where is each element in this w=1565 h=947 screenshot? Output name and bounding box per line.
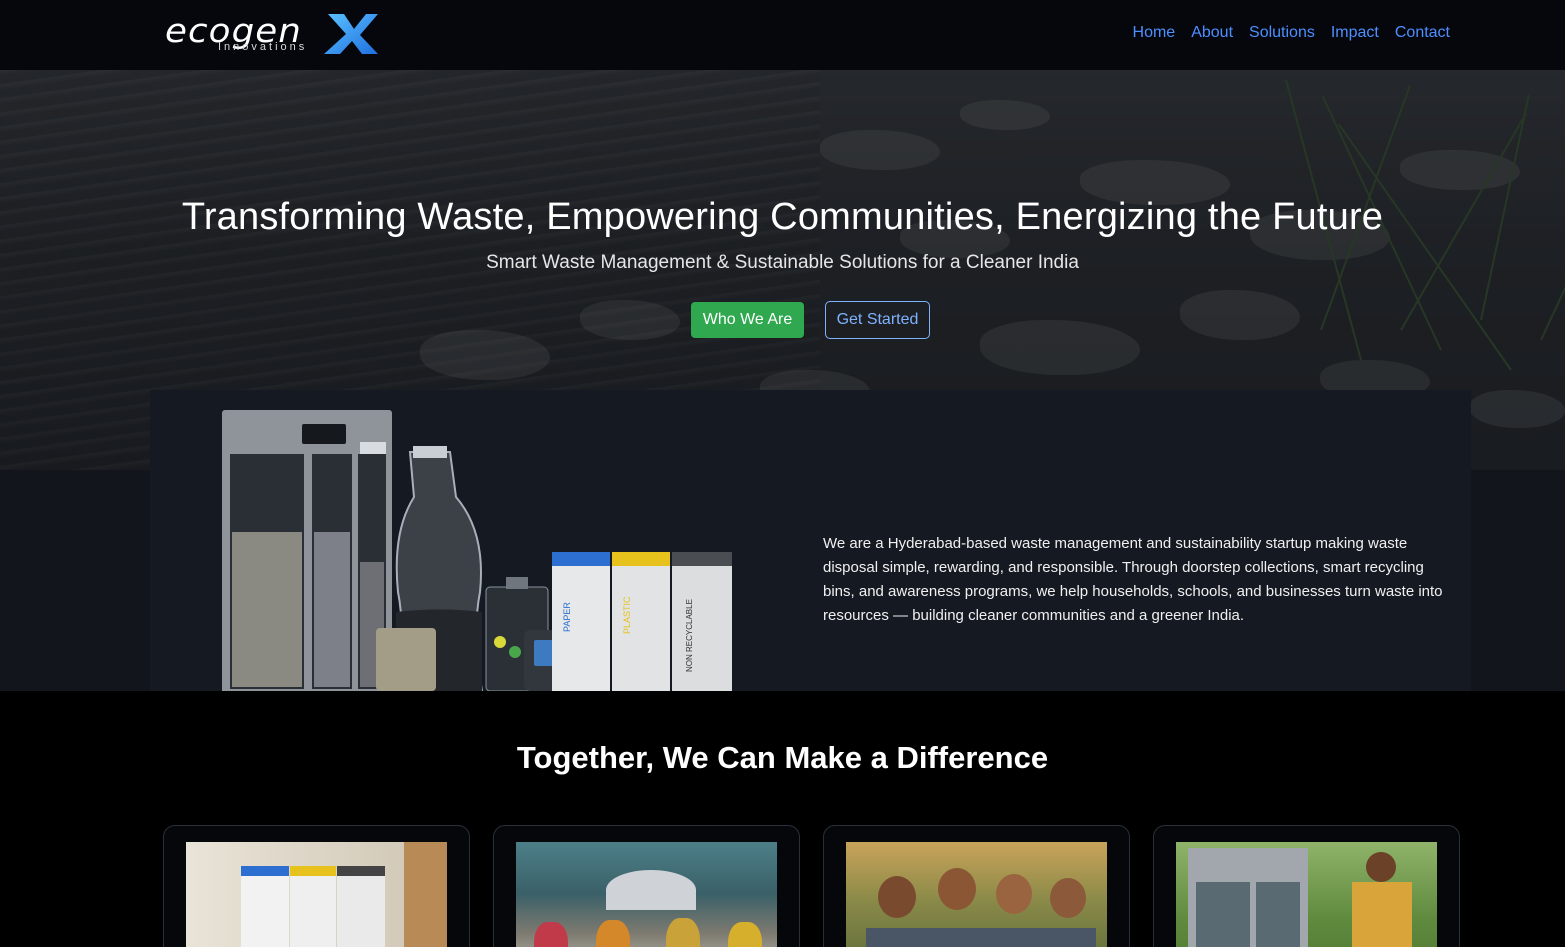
bin-label-paper: PAPER [562, 602, 572, 632]
card-image-smart-kiosk-park [1176, 842, 1437, 947]
card-image-recycling-bins [186, 842, 447, 947]
card-image-waste-sorting [516, 842, 777, 947]
who-we-are-button[interactable]: Who We Are [691, 302, 804, 338]
brand-logo[interactable]: ecogen Innovations [165, 10, 385, 60]
bin-label-plastic: PLASTIC [622, 596, 632, 634]
nav-link-contact[interactable]: Contact [1395, 24, 1450, 42]
brand-x-mark-icon [324, 14, 378, 54]
impact-card-smart-kiosk[interactable] [1153, 825, 1460, 947]
nav-link-impact[interactable]: Impact [1331, 24, 1379, 42]
nav-link-about[interactable]: About [1191, 24, 1233, 42]
about-description: We are a Hyderabad-based waste managemen… [823, 535, 1443, 624]
nav-link-solutions[interactable]: Solutions [1249, 24, 1315, 42]
about-section: PAPER PLASTIC NON RECYCLABLE We are a Hy… [150, 390, 1471, 691]
top-navbar: ecogen Innovations Home About Solutions … [0, 0, 1565, 70]
bin-label-non-recyclable: NON RECYCLABLE [685, 599, 694, 672]
smart-bin-products-image: PAPER PLASTIC NON RECYCLABLE [222, 410, 732, 691]
brand-tagline: Innovations [218, 41, 308, 53]
difference-title: Together, We Can Make a Difference [516, 740, 1049, 775]
get-started-button[interactable]: Get Started [825, 301, 930, 339]
impact-card-bins[interactable] [163, 825, 470, 947]
nav-link-home[interactable]: Home [1133, 24, 1176, 42]
card-image-community-youth [846, 842, 1107, 947]
hero-subtitle: Smart Waste Management & Sustainable Sol… [486, 252, 1079, 273]
main-nav: Home About Solutions Impact Contact [1133, 24, 1450, 42]
impact-card-waste-sorting[interactable] [493, 825, 800, 947]
impact-card-community[interactable] [823, 825, 1130, 947]
hero-title: Transforming Waste, Empowering Communiti… [181, 196, 1384, 238]
